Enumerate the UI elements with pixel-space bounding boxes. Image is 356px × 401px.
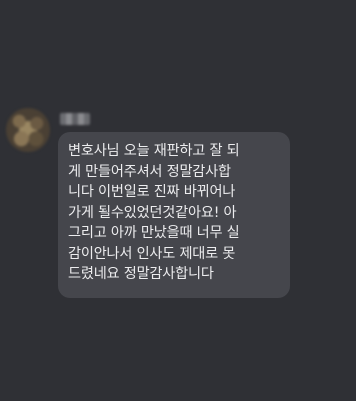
sender-name (60, 113, 90, 125)
chat-screen: 변호사님 오늘 재판하고 잘 되 게 만들어주셔서 정말감사합 니다 이번일로 … (0, 0, 356, 401)
sender-avatar[interactable] (6, 108, 50, 152)
message-line-7: 드렸네요 정말감사합니다 (68, 266, 214, 282)
message-line-5: 그리고 아까 만났을때 너무 실 (68, 225, 240, 241)
message-line-3: 니다 이번일로 진짜 바뀌어나 (68, 184, 236, 200)
message-line-2: 게 만들어주셔서 정말감사합 (68, 163, 231, 180)
message-line-6: 감이안나서 인사도 제대로 못 (68, 245, 236, 262)
message-line-1: 변호사님 오늘 재판하고 잘 되 (68, 143, 240, 159)
message-line-4: 가게 될수있었던것같아요! 아 (68, 204, 237, 221)
message-bubble[interactable]: 변호사님 오늘 재판하고 잘 되 게 만들어주셔서 정말감사합 니다 이번일로 … (58, 132, 290, 298)
